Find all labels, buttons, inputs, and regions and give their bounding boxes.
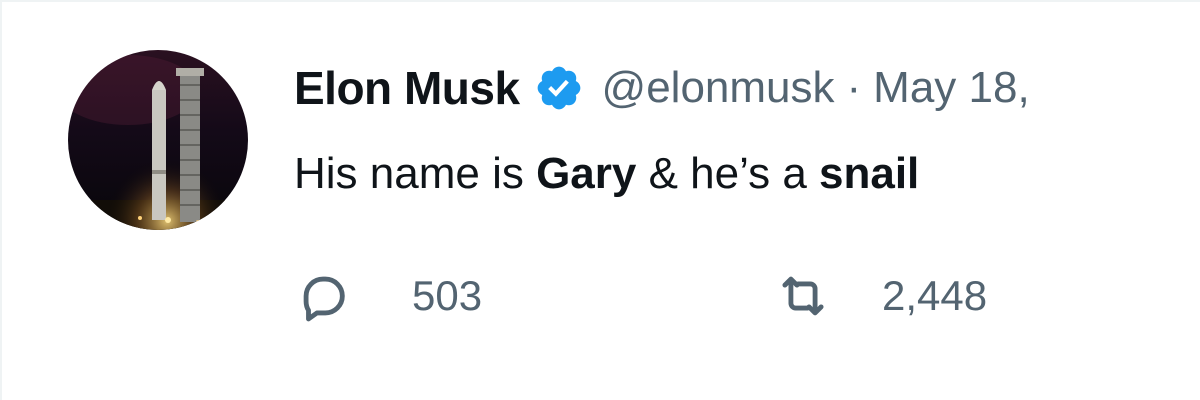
reply-count: 503 [412, 272, 483, 319]
tweet-header: Elon Musk @elonmusk · May 18, [294, 56, 1030, 120]
tweet-text-bold: Gary [536, 149, 637, 198]
tweet-text-part: His name is [294, 149, 537, 198]
avatar-photo [68, 50, 248, 230]
tweet-timestamp[interactable]: May 18, [873, 63, 1030, 113]
tweet-text-bold: snail [819, 149, 920, 198]
tweet-card[interactable]: Elon Musk @elonmusk · May 18, His name i… [0, 0, 1200, 400]
tweet-text-part: & he’s a [636, 149, 820, 198]
tweet-actions: 503 2,448 [294, 264, 1194, 328]
author-handle[interactable]: @elonmusk [602, 63, 835, 113]
reply-icon [294, 267, 352, 325]
tweet-text: His name is Gary & he’s a snail [294, 142, 919, 206]
author-avatar[interactable] [68, 50, 248, 230]
author-display-name[interactable]: Elon Musk [294, 61, 520, 115]
header-separator: · [846, 63, 862, 112]
verified-badge-icon [534, 63, 584, 113]
retweet-icon [774, 267, 832, 325]
retweet-count: 2,448 [882, 272, 988, 319]
retweet-button[interactable]: 2,448 [774, 264, 987, 328]
reply-button[interactable]: 503 [294, 264, 482, 328]
